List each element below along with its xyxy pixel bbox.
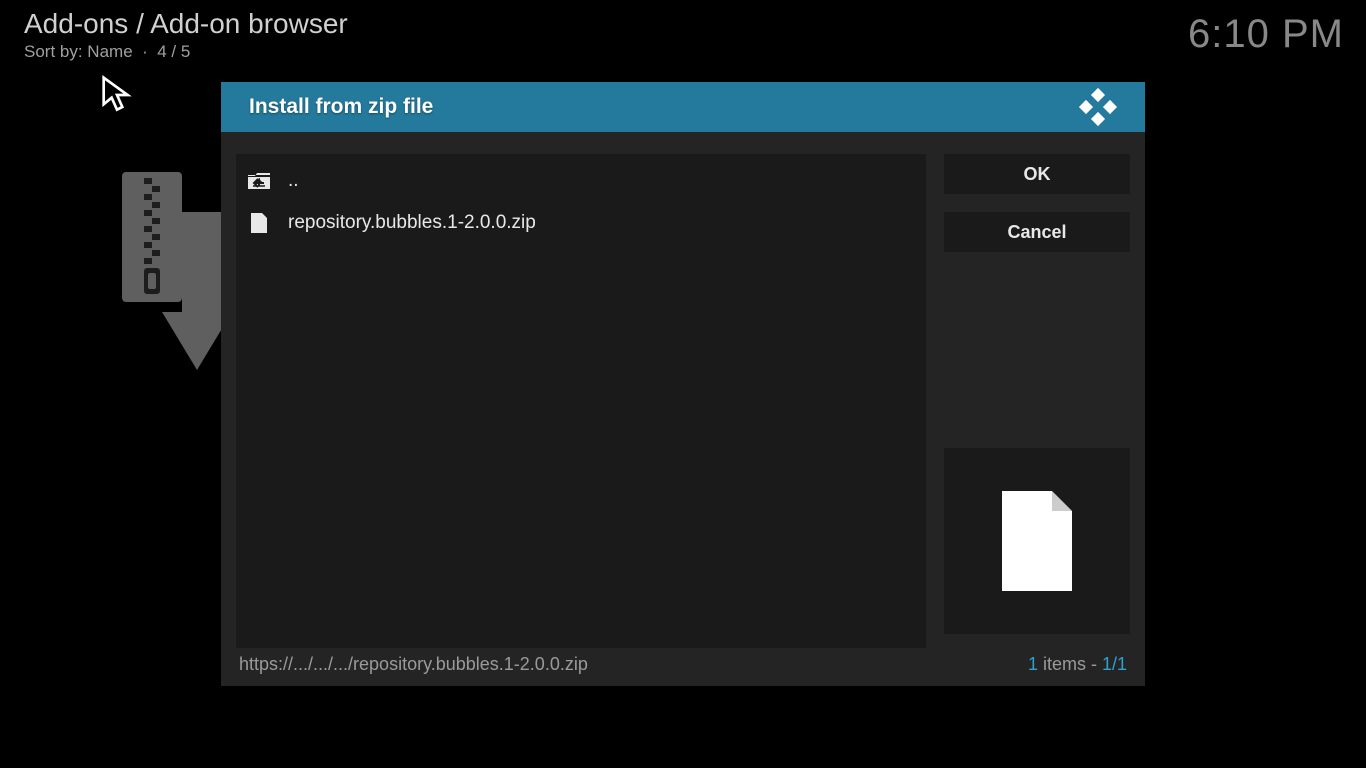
page-title: Add-ons / Add-on browser	[24, 8, 348, 40]
count-number: 1	[1028, 654, 1038, 674]
footer-path: https://.../.../.../repository.bubbles.1…	[239, 654, 1028, 675]
parent-folder-item[interactable]: ..	[236, 160, 926, 202]
dialog-title: Install from zip file	[249, 95, 1077, 119]
preview-box	[944, 448, 1130, 634]
cancel-button[interactable]: Cancel	[944, 212, 1130, 252]
count-label: items -	[1038, 654, 1102, 674]
footer-count: 1 items - 1/1	[1028, 654, 1127, 675]
kodi-logo-icon	[1077, 86, 1119, 128]
dot-separator: ·	[137, 42, 157, 61]
position-counter: 4 / 5	[157, 42, 190, 61]
install-zip-dialog: Install from zip file	[221, 82, 1145, 686]
count-index: 1/1	[1102, 654, 1127, 674]
parent-folder-icon	[248, 170, 270, 192]
file-preview-icon	[1002, 491, 1072, 591]
breadcrumb: Add-ons / Add-on browser Sort by: Name ·…	[24, 8, 348, 62]
ok-button[interactable]: OK	[944, 154, 1130, 194]
dialog-body: .. repository.bubbles.1-2.0.0.zip OK Can…	[221, 132, 1145, 648]
file-icon	[248, 212, 270, 234]
file-item-label: repository.bubbles.1-2.0.0.zip	[288, 212, 536, 234]
file-item[interactable]: repository.bubbles.1-2.0.0.zip	[236, 202, 926, 244]
zip-background-icon	[122, 172, 232, 377]
cursor-icon	[100, 75, 134, 115]
dialog-side-column: OK Cancel	[944, 154, 1130, 648]
clock: 6:10 PM	[1188, 12, 1344, 57]
dialog-footer: https://.../.../.../repository.bubbles.1…	[221, 648, 1145, 686]
parent-folder-label: ..	[288, 170, 299, 192]
sort-label: Sort by: Name	[24, 42, 133, 61]
sort-status: Sort by: Name · 4 / 5	[24, 42, 348, 62]
file-list[interactable]: .. repository.bubbles.1-2.0.0.zip	[236, 154, 926, 648]
dialog-header: Install from zip file	[221, 82, 1145, 132]
